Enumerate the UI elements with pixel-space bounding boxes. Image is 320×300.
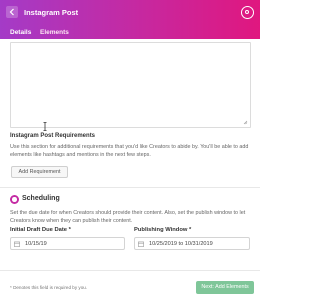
divider — [0, 187, 260, 188]
requirements-label: Instagram Post Requirements — [10, 133, 96, 139]
page-title: Instagram Post — [24, 8, 79, 17]
requirements-help: Use this section for additional requirem… — [10, 144, 249, 159]
draft-due-label: Initial Draft Due Date * — [10, 227, 71, 233]
publishing-window-label: Publishing Window * — [134, 227, 192, 233]
back-arrow-icon — [9, 8, 14, 16]
calendar-icon — [138, 241, 144, 247]
tab-elements[interactable]: Elements — [40, 29, 69, 36]
draft-due-date-value: 10/15/19 — [25, 241, 47, 247]
tab-details[interactable]: Details — [8, 29, 33, 40]
next-add-elements-button[interactable]: Next: Add Elements — [196, 281, 254, 294]
footer-divider — [0, 270, 260, 271]
draft-due-date-input[interactable]: 10/15/19 — [10, 237, 125, 250]
required-footnote: * Denotes this field is required by you. — [10, 285, 88, 290]
header: Instagram Post Details Elements — [0, 0, 260, 40]
description-textarea[interactable] — [10, 42, 251, 128]
publishing-window-input[interactable]: 10/25/2019 to 10/31/2019 — [134, 237, 250, 250]
add-requirement-button[interactable]: Add Requirement — [11, 166, 68, 178]
text-cursor-icon — [43, 122, 47, 131]
back-button[interactable] — [6, 6, 18, 18]
resize-handle-icon[interactable] — [243, 120, 248, 125]
scheduling-title: Scheduling — [22, 195, 60, 202]
instagram-icon — [241, 6, 254, 19]
calendar-icon — [14, 241, 20, 247]
scheduling-help: Set the due date for when Creators shoul… — [10, 210, 246, 225]
publishing-window-value: 10/25/2019 to 10/31/2019 — [149, 241, 213, 247]
scheduling-icon — [10, 195, 19, 204]
